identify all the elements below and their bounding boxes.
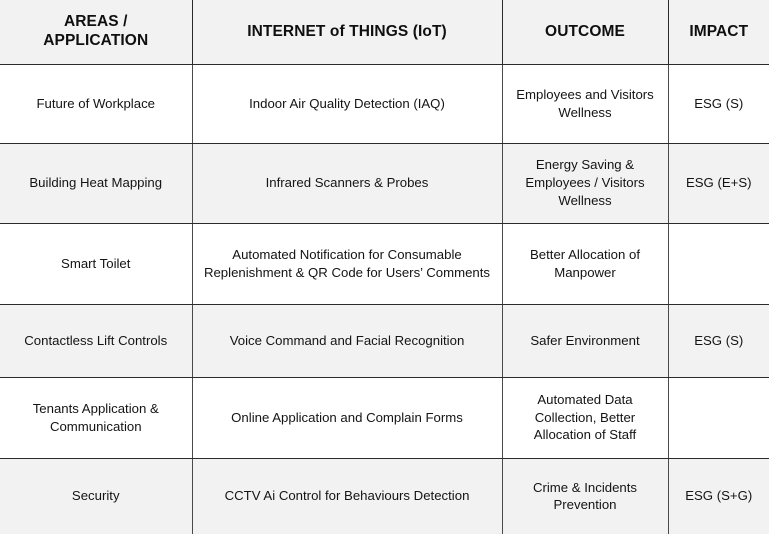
table-row: Smart Toilet Automated Notification for … [0,223,769,305]
cell-internet-of-things: Online Application and Complain Forms [192,377,503,459]
column-header-areas-line2: APPLICATION [43,31,149,49]
table-row: Security CCTV Ai Control for Behaviours … [0,458,769,534]
cell-areas-application: Contactless Lift Controls [0,304,193,378]
table-row: Building Heat Mapping Infrared Scanners … [0,143,769,224]
table-header: AREAS / APPLICATION INTERNET of THINGS (… [0,0,769,65]
table-row: Contactless Lift Controls Voice Command … [0,304,769,378]
cell-outcome: Automated Data Collection, Better Alloca… [502,377,669,459]
cell-areas-application: Security [0,458,193,534]
cell-internet-of-things: Infrared Scanners & Probes [192,143,503,224]
cell-internet-of-things: Automated Notification for Consumable Re… [192,223,503,305]
cell-areas-application: Tenants Application & Communication [0,377,193,459]
table-row: Tenants Application & Communication Onli… [0,377,769,459]
cell-areas-application: Future of Workplace [0,64,193,144]
cell-areas-application: Building Heat Mapping [0,143,193,224]
cell-impact: ESG (S) [668,304,769,378]
header-row: AREAS / APPLICATION INTERNET of THINGS (… [0,0,769,65]
column-header-impact: IMPACT [668,0,769,65]
iot-applications-table: AREAS / APPLICATION INTERNET of THINGS (… [0,0,769,534]
cell-impact [668,377,769,459]
table-body: Future of Workplace Indoor Air Quality D… [0,64,769,534]
cell-impact [668,223,769,305]
cell-internet-of-things: Voice Command and Facial Recognition [192,304,503,378]
cell-impact: ESG (S+G) [685,488,753,504]
cell-outcome: Better Allocation of Manpower [502,223,669,305]
cell-outcome: Crime & Incidents Prevention [502,458,669,534]
cell-internet-of-things: Indoor Air Quality Detection (IAQ) [192,64,503,144]
table-row: Future of Workplace Indoor Air Quality D… [0,64,769,144]
cell-internet-of-things: CCTV Ai Control for Behaviours Detection [192,458,503,534]
column-header-areas-line1: AREAS / [63,13,128,31]
cell-outcome: Employees and Visitors Wellness [502,64,669,144]
column-header-outcome: OUTCOME [502,0,669,65]
cell-areas-application: Smart Toilet [0,223,193,305]
iot-matrix-table-container: AREAS / APPLICATION INTERNET of THINGS (… [0,0,769,534]
cell-impact: ESG (E+S) [668,143,769,224]
cell-impact: ESG (S) [668,64,769,144]
cell-outcome: Safer Environment [502,304,669,378]
column-header-areas-application: AREAS / APPLICATION [0,0,193,65]
cell-outcome: Energy Saving & Employees / Visitors Wel… [502,143,669,224]
column-header-internet-of-things: INTERNET of THINGS (IoT) [192,0,503,65]
